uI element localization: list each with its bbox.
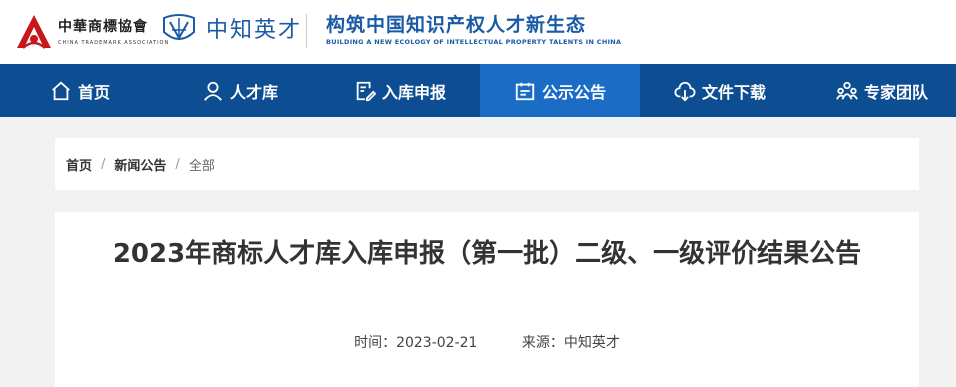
- nav-item-application[interactable]: 入库申报: [320, 64, 480, 117]
- brand-name[interactable]: 中知英才: [206, 12, 302, 44]
- association-logo[interactable]: 中華商標協會 CHINA TRADEMARK ASSOCIATION: [10, 6, 168, 58]
- article-title: 2023年商标人才库入库申报（第一批）二级、一级评价结果公告: [112, 239, 862, 269]
- breadcrumb-separator: /: [101, 156, 106, 172]
- cloud-download-icon: [674, 81, 696, 101]
- nav-item-experts[interactable]: 专家团队: [800, 64, 956, 117]
- association-emblem-icon: [17, 15, 51, 49]
- article-meta: 时间：2023-02-21 来源：中知英才: [55, 332, 919, 352]
- breadcrumb-separator: /: [175, 156, 180, 172]
- person-icon: [204, 81, 222, 101]
- nav-item-home[interactable]: 首页: [0, 64, 160, 117]
- publish-time: 时间：2023-02-21: [354, 335, 478, 351]
- nav-item-label: 首页: [77, 82, 110, 102]
- association-name: 中華商標協會: [58, 19, 148, 35]
- header-divider: [306, 14, 307, 48]
- announcement-icon: [515, 82, 535, 100]
- home-icon: [52, 81, 70, 100]
- nav-item-label: 专家团队: [863, 82, 928, 102]
- main-nav: 首页 人才库 入库申报 公示公告 文件下载 专家团队: [0, 64, 956, 117]
- nav-item-label: 文件下载: [701, 82, 766, 102]
- edit-document-icon: [356, 81, 376, 101]
- article-panel: 2023年商标人才库入库申报（第一批）二级、一级评价结果公告 时间：2023-0…: [55, 212, 919, 387]
- breadcrumb-current: 全部: [188, 158, 215, 174]
- article-source: 来源：中知英才: [521, 335, 620, 351]
- site-slogan-en: BUILDING A NEW ECOLOGY OF INTELLECTUAL P…: [326, 38, 622, 46]
- site-header: 中華商標協會 CHINA TRADEMARK ASSOCIATION 中知英才 …: [0, 0, 956, 64]
- nav-item-announcements[interactable]: 公示公告: [480, 64, 640, 117]
- breadcrumb: 首页 / 新闻公告 / 全部: [55, 138, 919, 190]
- nav-item-label: 公示公告: [541, 82, 606, 102]
- site-slogan: 构筑中国知识产权人才新生态: [326, 14, 587, 36]
- association-name-en: CHINA TRADEMARK ASSOCIATION: [58, 40, 170, 46]
- nav-item-label: 入库申报: [381, 82, 446, 102]
- nav-item-downloads[interactable]: 文件下载: [640, 64, 800, 117]
- team-icon: [836, 81, 858, 100]
- breadcrumb-news[interactable]: 新闻公告: [114, 155, 166, 174]
- brand-emblem-icon[interactable]: [160, 10, 198, 48]
- breadcrumb-home[interactable]: 首页: [66, 155, 92, 174]
- nav-item-label: 人才库: [229, 82, 278, 102]
- nav-item-talent-pool[interactable]: 人才库: [160, 64, 320, 117]
